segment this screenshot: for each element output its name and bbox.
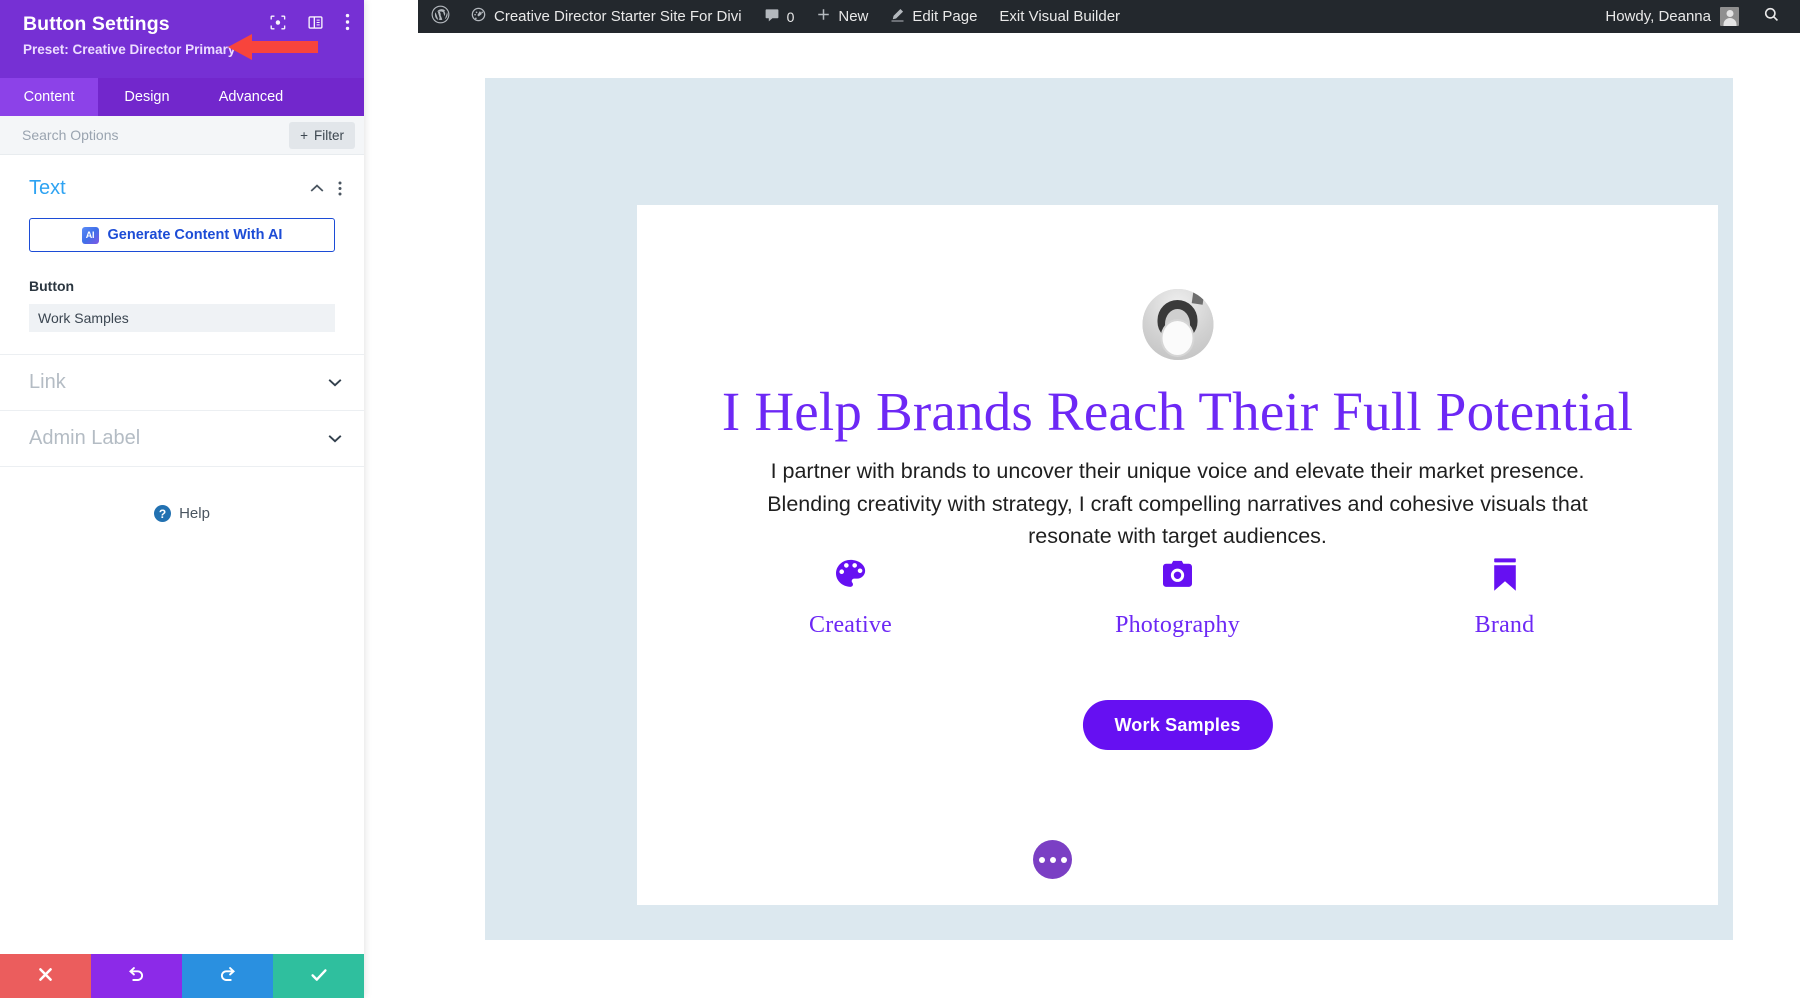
hero-card: I Help Brands Reach Their Full Potential… [637, 205, 1718, 905]
search-input[interactable] [22, 127, 290, 143]
camera-icon [1014, 550, 1341, 598]
hero-paragraph: I partner with brands to uncover their u… [767, 459, 1588, 549]
question-circle-icon: ? [154, 505, 172, 522]
tab-design[interactable]: Design [98, 78, 196, 116]
page-preview-canvas: I Help Brands Reach Their Full Potential… [418, 33, 1800, 998]
comments-menu[interactable]: 0 [753, 0, 806, 33]
feature-item-photography[interactable]: Photography [1014, 550, 1341, 639]
button-text-input[interactable] [29, 304, 335, 332]
section-admin-label-title: Admin Label [29, 427, 141, 449]
chevron-down-icon: ▾ [238, 45, 243, 55]
search-icon [1763, 6, 1780, 27]
plus-icon: + [300, 127, 308, 143]
comment-bubble-icon [764, 7, 780, 27]
comments-count: 0 [786, 8, 795, 25]
wp-admin-bar: Creative Director Starter Site For Divi … [418, 0, 1800, 33]
button-field-label: Button [29, 278, 75, 294]
feature-row: Creative Photography Brand [687, 550, 1668, 639]
admin-bar-right-group: Howdy, Deanna [1595, 0, 1800, 33]
vertical-dots-icon[interactable] [338, 181, 342, 196]
edit-page-label: Edit Page [912, 8, 978, 25]
feature-item-brand[interactable]: Brand [1341, 550, 1668, 639]
panel-header-icon-group [269, 13, 350, 36]
exit-visual-builder-link[interactable]: Exit Visual Builder [988, 0, 1131, 33]
preset-selector[interactable]: Preset: Creative Director Primary ▾ [23, 42, 243, 57]
user-account-menu[interactable]: Howdy, Deanna [1595, 0, 1749, 33]
feature-item-creative[interactable]: Creative [687, 550, 1014, 639]
section-text: Text AI Generate Content With AI Button [0, 155, 364, 355]
section-admin-label-header[interactable]: Admin Label [0, 411, 364, 466]
module-settings-panel: Button Settings Preset: Creative Directo… [0, 0, 364, 998]
wordpress-logo-icon [431, 5, 450, 28]
focus-target-icon[interactable] [269, 14, 286, 36]
panel-action-bar [0, 954, 364, 998]
vertical-dots-icon[interactable] [345, 13, 350, 36]
user-avatar-icon [1720, 7, 1739, 26]
section-admin-label: Admin Label [0, 411, 364, 467]
section-link: Link [0, 355, 364, 411]
section-text-title: Text [29, 177, 66, 199]
wordpress-logo-menu[interactable] [418, 0, 459, 33]
section-link-header[interactable]: Link [0, 355, 364, 410]
new-content-menu[interactable]: New [805, 0, 879, 33]
tab-content[interactable]: Content [0, 78, 98, 116]
palette-icon [687, 550, 1014, 598]
howdy-label: Howdy, Deanna [1605, 8, 1711, 25]
help-label: Help [179, 505, 210, 522]
site-name-menu[interactable]: Creative Director Starter Site For Divi [459, 0, 753, 33]
filter-label: Filter [314, 127, 344, 143]
avatar [1142, 289, 1213, 360]
work-samples-cta-button[interactable]: Work Samples [1082, 700, 1273, 750]
filter-button[interactable]: + Filter [289, 121, 355, 149]
edit-page-link[interactable]: Edit Page [879, 0, 988, 33]
ai-badge-icon: AI [81, 226, 99, 244]
check-icon [309, 965, 329, 988]
redo-button[interactable] [182, 954, 273, 998]
tab-advanced[interactable]: Advanced [196, 78, 306, 116]
cancel-button[interactable] [0, 954, 91, 998]
save-button[interactable] [273, 954, 364, 998]
undo-button[interactable] [91, 954, 182, 998]
feature-label: Brand [1474, 612, 1535, 638]
bookmark-icon [1341, 550, 1668, 598]
site-name-label: Creative Director Starter Site For Divi [494, 8, 742, 25]
ellipsis-icon[interactable] [1033, 840, 1072, 879]
feature-label: Creative [809, 612, 892, 638]
feature-label: Photography [1115, 612, 1240, 638]
undo-icon [127, 965, 146, 987]
section-link-title: Link [29, 371, 66, 393]
hero-section: I Help Brands Reach Their Full Potential… [485, 78, 1733, 940]
chevron-down-icon[interactable] [328, 378, 342, 387]
panel-layout-icon[interactable] [307, 14, 324, 36]
generate-content-with-ai-button[interactable]: AI Generate Content With AI [29, 218, 335, 252]
help-link[interactable]: ? Help [0, 505, 364, 522]
pencil-icon [890, 7, 905, 26]
preset-label: Preset: Creative Director Primary [23, 42, 236, 57]
admin-bar-left-group: Creative Director Starter Site For Divi … [418, 0, 1131, 33]
admin-search-button[interactable] [1749, 0, 1800, 33]
chevron-up-icon[interactable] [310, 184, 324, 193]
dashboard-icon [470, 6, 487, 27]
search-options-row: + Filter [0, 116, 364, 155]
page-title: I Help Brands Reach Their Full Potential [721, 381, 1634, 442]
x-icon [37, 966, 54, 986]
redo-icon [218, 965, 237, 987]
panel-header: Button Settings Preset: Creative Directo… [0, 0, 364, 78]
panel-tabs: Content Design Advanced [0, 78, 364, 116]
new-label: New [838, 8, 869, 25]
plus-icon [816, 7, 831, 26]
generate-ai-label: Generate Content With AI [107, 227, 283, 243]
exit-visual-builder-label: Exit Visual Builder [999, 8, 1121, 25]
chevron-down-icon[interactable] [328, 434, 342, 443]
section-text-header[interactable]: Text [0, 155, 364, 200]
